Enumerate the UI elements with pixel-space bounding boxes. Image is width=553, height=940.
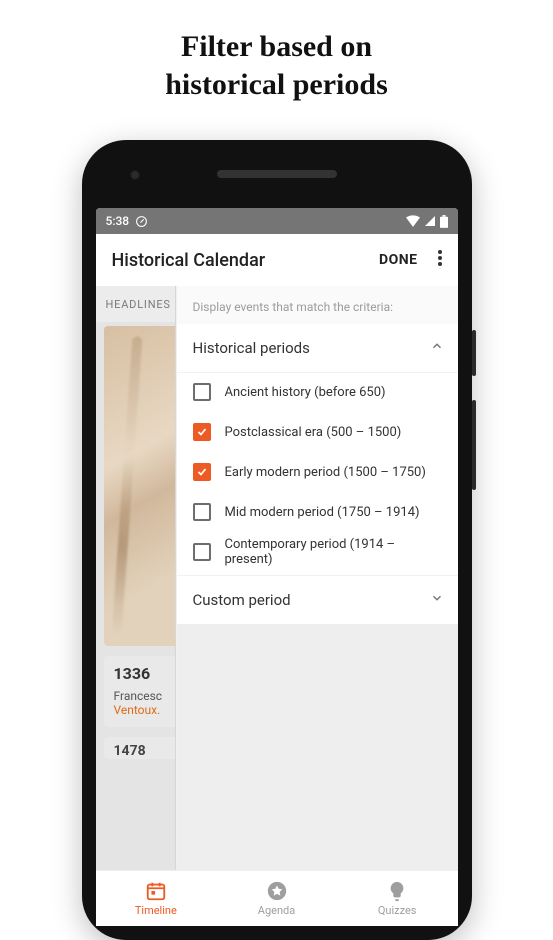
filter-option-label: Early modern period (1500 – 1750) bbox=[225, 465, 426, 480]
more-vert-icon bbox=[438, 250, 442, 266]
calendar-icon bbox=[145, 880, 167, 902]
filter-option-label: Ancient history (before 650) bbox=[225, 385, 386, 400]
star-circle-icon bbox=[266, 880, 288, 902]
battery-icon bbox=[440, 215, 448, 228]
nav-label: Agenda bbox=[258, 904, 295, 917]
phone-camera bbox=[130, 170, 140, 180]
overflow-menu-button[interactable] bbox=[428, 242, 452, 278]
phone-mockup: 5:38 Historical Calendar DONE bbox=[82, 140, 472, 940]
filter-option-label: Mid modern period (1750 – 1914) bbox=[225, 505, 420, 520]
chevron-up-icon bbox=[430, 339, 444, 357]
filter-caption: Display events that match the criteria: bbox=[177, 286, 458, 324]
filter-header-label: Historical periods bbox=[193, 339, 310, 357]
filter-header-custom[interactable]: Custom period bbox=[177, 576, 458, 624]
card-year: 1478 bbox=[104, 737, 175, 759]
nav-agenda[interactable]: Agenda bbox=[216, 871, 337, 926]
filter-header-label: Custom period bbox=[193, 591, 291, 609]
promo-title-line1: Filter based on bbox=[181, 30, 372, 63]
nav-quizzes[interactable]: Quizzes bbox=[337, 871, 458, 926]
tab-headlines[interactable]: HEADLINES bbox=[96, 286, 175, 322]
checkbox[interactable] bbox=[193, 503, 211, 521]
filter-option-label: Postclassical era (500 – 1500) bbox=[225, 425, 402, 440]
filter-option[interactable]: Mid modern period (1750 – 1914) bbox=[177, 492, 458, 532]
filter-option[interactable]: Postclassical era (500 – 1500) bbox=[177, 412, 458, 452]
status-time: 5:38 bbox=[106, 214, 130, 228]
app-title: Historical Calendar bbox=[112, 250, 266, 271]
filter-options: Ancient history (before 650) Postclassic… bbox=[177, 372, 458, 576]
chevron-down-icon bbox=[430, 591, 444, 609]
card-image bbox=[104, 326, 175, 646]
checkbox[interactable] bbox=[193, 383, 211, 401]
filter-option[interactable]: Contemporary period (1914 – present) bbox=[177, 532, 458, 572]
background-content: HEADLINES 1336 Francesc Ventoux. 1478 bbox=[96, 286, 176, 870]
status-bar: 5:38 bbox=[96, 208, 458, 234]
signal-icon bbox=[424, 215, 436, 227]
bottom-nav: Timeline Agenda Quizzes bbox=[96, 870, 458, 926]
card-info: 1336 Francesc Ventoux. bbox=[104, 656, 175, 727]
filter-option-label: Contemporary period (1914 – present) bbox=[225, 537, 444, 567]
panel-empty bbox=[177, 624, 458, 870]
card-link: Ventoux. bbox=[114, 703, 175, 717]
wifi-icon bbox=[406, 215, 420, 227]
checkbox[interactable] bbox=[193, 423, 211, 441]
nav-timeline[interactable]: Timeline bbox=[96, 871, 217, 926]
bulb-icon bbox=[386, 880, 408, 902]
phone-side-button bbox=[472, 400, 476, 490]
filter-section-periods: Historical periods Ancient history (befo… bbox=[177, 324, 458, 624]
checkbox[interactable] bbox=[193, 463, 211, 481]
checkbox[interactable] bbox=[193, 543, 211, 561]
filter-option[interactable]: Early modern period (1500 – 1750) bbox=[177, 452, 458, 492]
app-bar: Historical Calendar DONE bbox=[96, 234, 458, 286]
nav-label: Timeline bbox=[135, 904, 177, 917]
card-text: Francesc bbox=[114, 689, 175, 703]
phone-speaker bbox=[217, 170, 337, 178]
promo-title-line2: historical periods bbox=[165, 68, 388, 101]
promo-title: Filter based on historical periods bbox=[0, 0, 553, 113]
card-year: 1336 bbox=[114, 664, 175, 683]
phone-screen: 5:38 Historical Calendar DONE bbox=[96, 208, 458, 926]
filter-panel: Display events that match the criteria: … bbox=[176, 286, 458, 870]
nav-label: Quizzes bbox=[378, 904, 417, 917]
phone-side-button bbox=[472, 330, 476, 376]
done-button[interactable]: DONE bbox=[369, 244, 428, 276]
timer-icon bbox=[135, 215, 148, 228]
filter-option[interactable]: Ancient history (before 650) bbox=[177, 372, 458, 412]
filter-header-periods[interactable]: Historical periods bbox=[177, 324, 458, 372]
